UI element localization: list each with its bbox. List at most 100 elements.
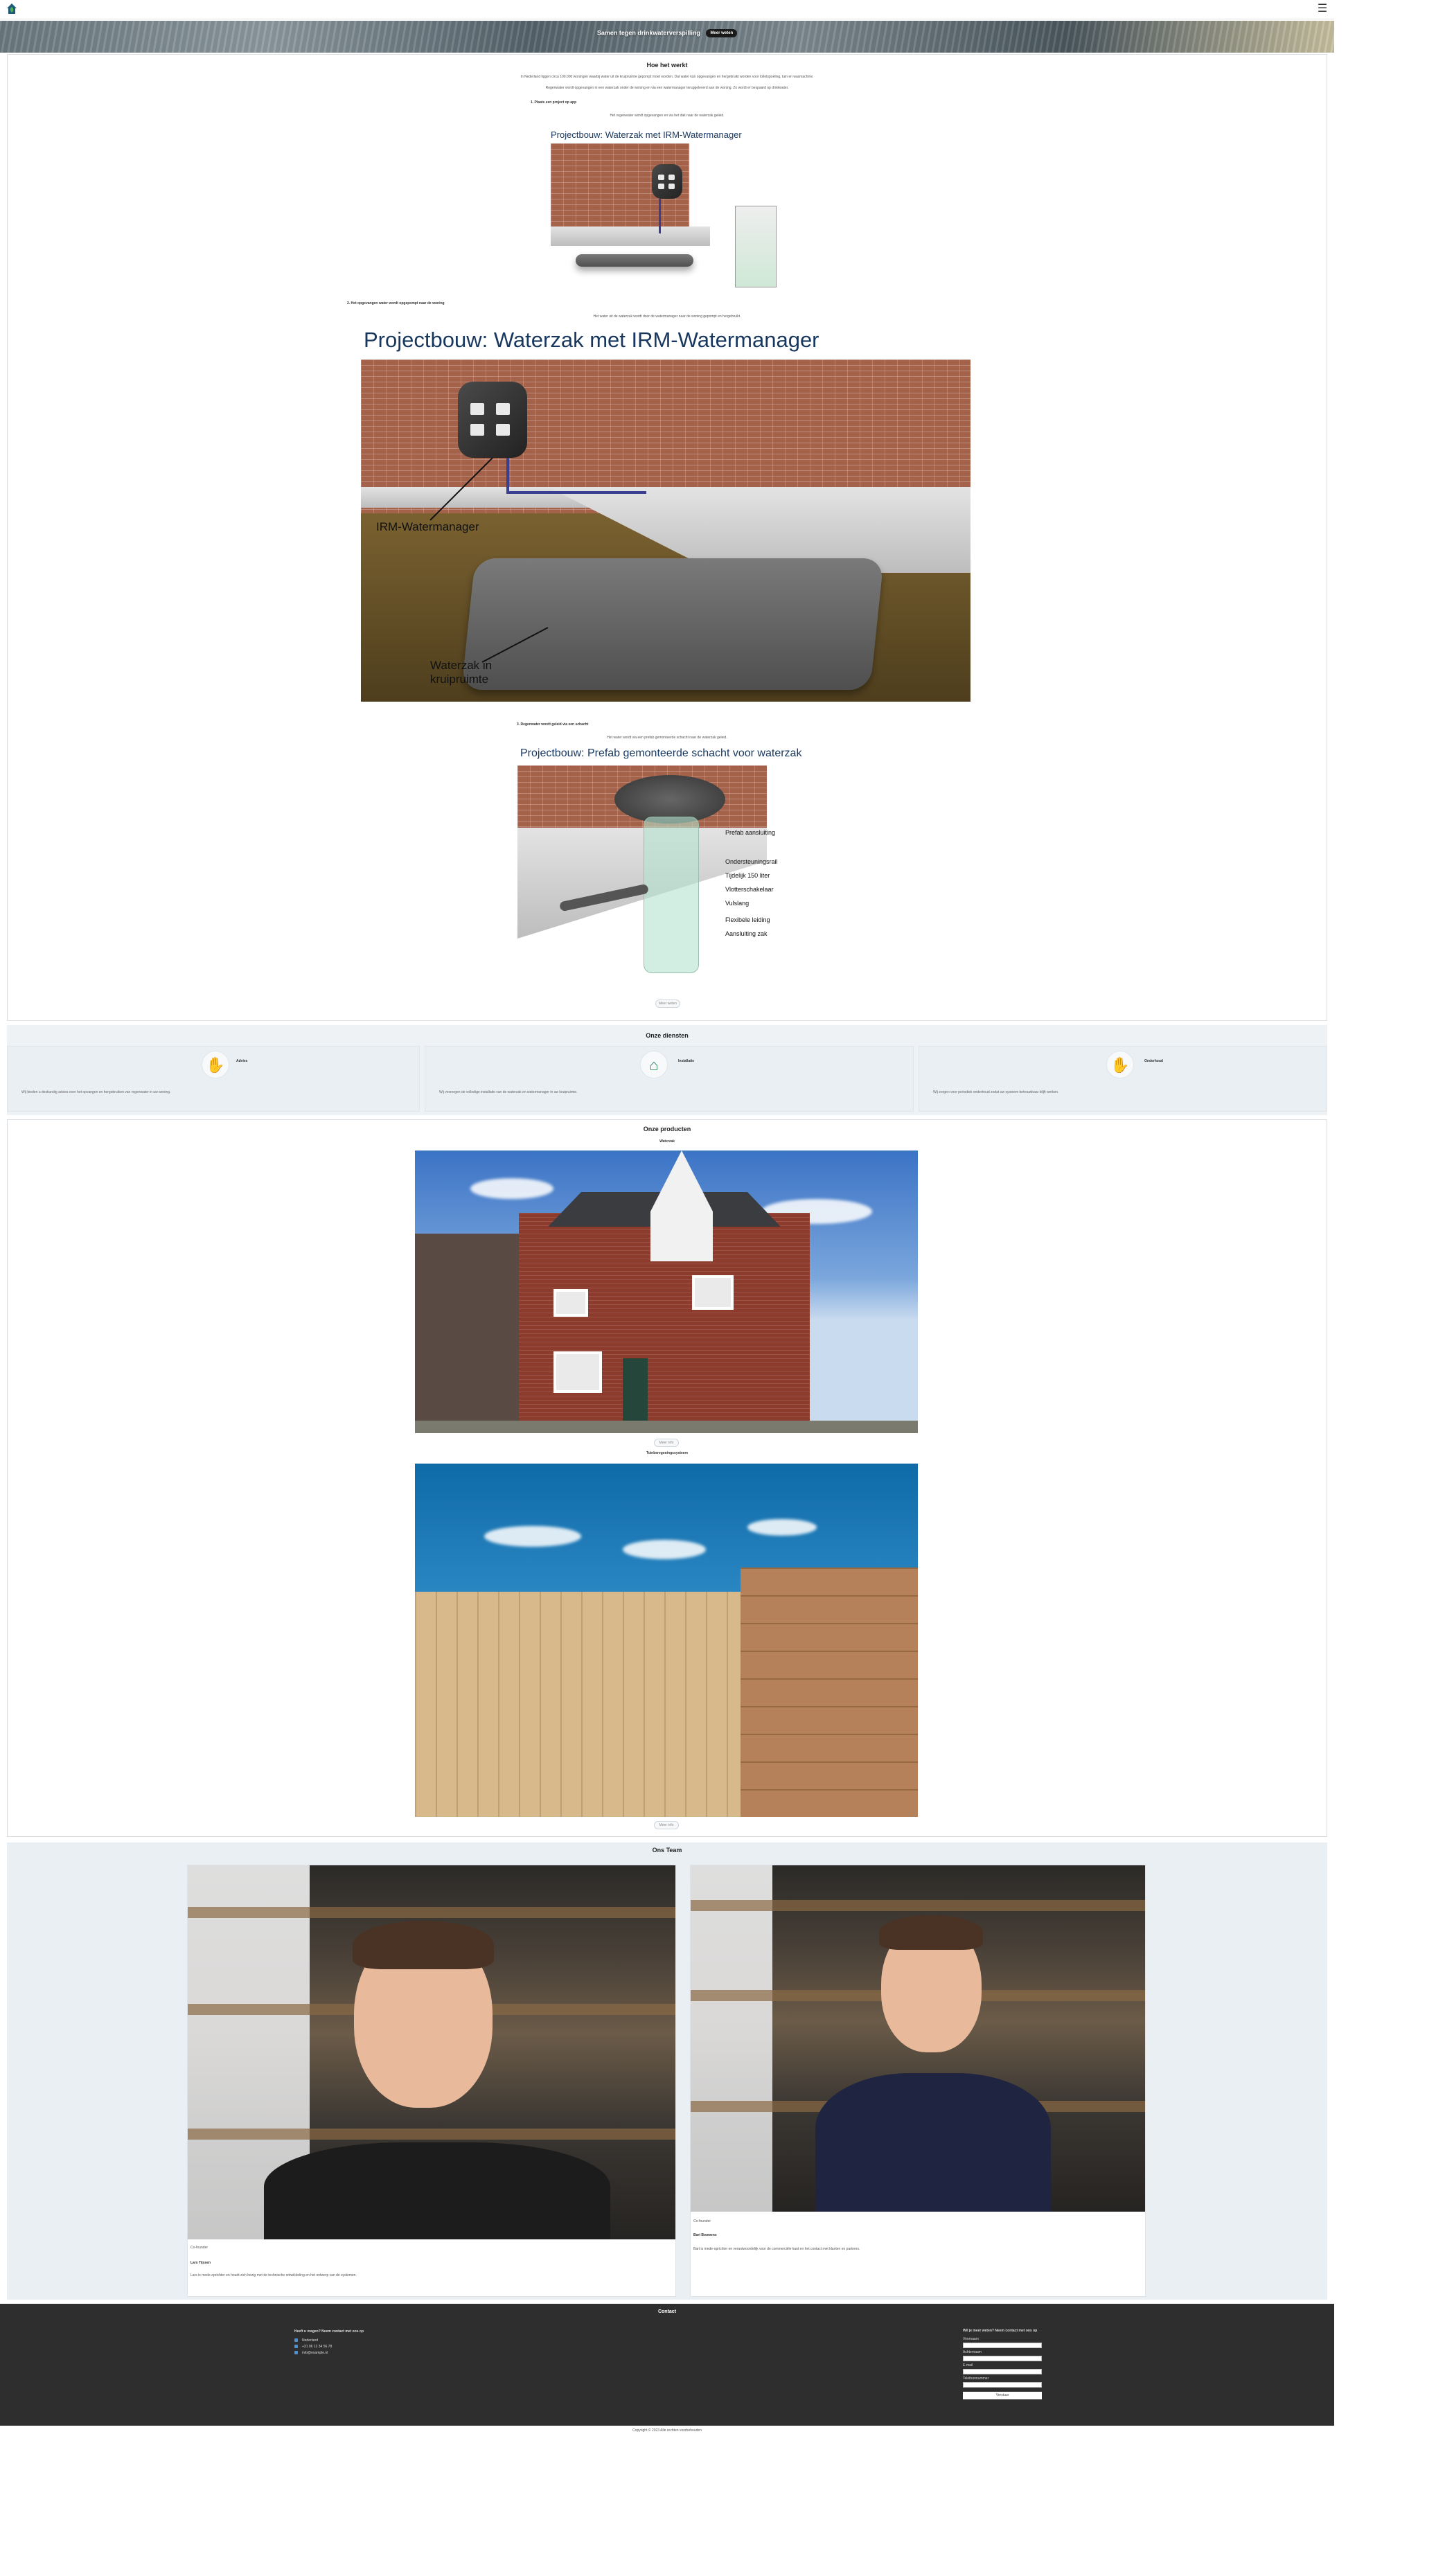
street [415, 1421, 918, 1433]
wooden-fence-panel [741, 1567, 918, 1817]
team-name: Bart Bouwens [693, 2233, 717, 2237]
dienst-card-onderhoud: ✋ Onderhoud Wij zorgen voor periodiek on… [919, 1046, 1327, 1112]
illustration-schacht: Projectbouw: Prefab gemonteerde schacht … [517, 747, 822, 980]
contact-email-text: info@example.nl [302, 2351, 328, 2355]
hero-title-text: Samen tegen drinkwaterverspilling [596, 29, 700, 37]
product-title: Tuinberegeningssysteem [646, 1451, 688, 1455]
person-shirt [264, 2142, 610, 2239]
schacht-label: Flexibele leiding [725, 916, 770, 923]
contact-location: Nederland [294, 2338, 364, 2344]
arrow-to-manager [429, 457, 493, 521]
arrow-to-waterzak [481, 627, 549, 663]
product-title: Waterzak [659, 1139, 675, 1144]
dienst-title: Installatie [678, 1059, 695, 1063]
how-intro-2: Regenwater wordt opgevangen in een water… [545, 86, 789, 90]
team-name: Lars Tijssen [190, 2261, 211, 2265]
person-hair [353, 1921, 494, 1969]
dienst-title: Onderhoud [1144, 1059, 1163, 1063]
submit-button[interactable]: Verstuur [963, 2392, 1042, 2399]
cloud [484, 1526, 581, 1547]
foundation [551, 226, 710, 246]
step-1-title: 1. Plaats een project op app [531, 100, 577, 105]
team-photo [188, 1865, 675, 2239]
hamburger-menu-icon[interactable]: ☰ [1316, 3, 1329, 15]
schacht-label: Ondersteuningsrail [725, 858, 778, 865]
watermanager-unit [458, 382, 527, 458]
field-label: Achternaam [963, 2350, 982, 2354]
team-role: Co-founder [693, 2219, 711, 2223]
hand-water-icon: ✋ [202, 1051, 229, 1078]
house-leaf-logo-icon[interactable] [6, 2, 18, 16]
cloud [470, 1178, 553, 1199]
contact-heading: Heeft u vragen? Neem contact met ons op [294, 2329, 364, 2334]
how-more-button[interactable]: Meer weten [655, 1000, 680, 1008]
producten-title: Onze producten [643, 1126, 691, 1132]
contact-email[interactable]: info@example.nl [294, 2350, 364, 2356]
field-label: E-mail [963, 2363, 973, 2368]
step-1-text: Het regenwater wordt opgevangen en via h… [610, 114, 725, 118]
person-hair [879, 1915, 983, 1950]
phone-icon [294, 2345, 298, 2349]
window [553, 1289, 588, 1317]
phone-input[interactable] [963, 2382, 1042, 2388]
diensten-section: Onze diensten ✋ Advies Wij bieden u desk… [7, 1025, 1327, 1115]
water-pipe-horizontal [508, 491, 646, 494]
hero-banner: Samen tegen drinkwaterverspilling Meer w… [0, 21, 1334, 53]
footer-title: Contact [657, 2309, 677, 2314]
waterzak [576, 254, 693, 267]
person-jacket [815, 2073, 1051, 2212]
team-role: Co-founder [190, 2246, 209, 2250]
background-window [691, 1865, 773, 2212]
hero-more-button[interactable]: Meer weten [706, 29, 738, 37]
how-it-works-section: Hoe het werkt In Nederland liggen circa … [7, 54, 1327, 1021]
label-waterzak-line-2: kruipruimte [430, 673, 489, 686]
team-section: Ons Team Co-founder Lars Tijssen Lars is… [7, 1842, 1327, 2300]
team-bio: Bart is mede-oprichter en verantwoordeli… [693, 2247, 860, 2251]
how-intro-1: In Nederland liggen circa 100.000 woning… [520, 75, 814, 79]
window [692, 1275, 734, 1310]
contact-form: Wil je meer weten? Neem contact met ons … [963, 2329, 1045, 2399]
dienst-text: Wij verzorgen de volledige installatie v… [439, 1090, 578, 1094]
hero-title: Samen tegen drinkwaterverspilling Meer w… [0, 29, 1334, 37]
last-name-input[interactable] [963, 2356, 1042, 2361]
product-image-house [415, 1151, 918, 1433]
background-band [691, 1900, 1145, 1911]
step-2-text: Het water uit de waterzak wordt door de … [593, 314, 741, 319]
diensten-title: Onze diensten [646, 1032, 689, 1039]
hand-care-icon: ✋ [1106, 1051, 1134, 1078]
house-icon: ⌂ [640, 1051, 668, 1078]
illustration-waterzak-large: Projectbouw: Waterzak met IRM-Watermanag… [361, 326, 970, 702]
contact-phone-text: +31 06 12 34 56 78 [302, 2345, 333, 2349]
background-band [188, 1907, 675, 1918]
team-title: Ons Team [652, 1847, 682, 1854]
watermanager-unit [652, 164, 682, 199]
cloud [747, 1519, 817, 1536]
contact-phone[interactable]: +31 06 12 34 56 78 [294, 2344, 364, 2350]
dienst-text: Wij zorgen voor periodiek onderhoud zoda… [933, 1090, 1059, 1094]
front-door [623, 1358, 648, 1421]
top-nav: ☰ [0, 0, 1334, 19]
product-more-button[interactable]: Meer info [654, 1821, 679, 1829]
page: { "header": { "logo_icon": "house-leaf-l… [0, 0, 1334, 2576]
team-bio: Lars is mede-oprichter en houdt zich bez… [190, 2273, 357, 2277]
form-heading: Wil je meer weten? Neem contact met ons … [963, 2329, 1038, 2333]
schacht-label: Vlotterschakelaar [725, 886, 774, 893]
step-3-title: 3. Regenwater wordt geleid via een schac… [517, 722, 589, 727]
team-card: Co-founder Lars Tijssen Lars is mede-opr… [187, 1865, 676, 2297]
first-name-input[interactable] [963, 2343, 1042, 2348]
dienst-text: Wij bieden u deskundig advies over het o… [21, 1090, 171, 1094]
schacht-label: Prefab aansluiting [725, 829, 776, 836]
producten-section: Onze producten Waterzak Meer info Tuinbe… [7, 1119, 1327, 1837]
schacht-tank [644, 817, 699, 973]
email-input[interactable] [963, 2369, 1042, 2374]
how-title: Hoe het werkt [646, 62, 688, 69]
schacht [735, 206, 777, 287]
footer: Contact Heeft u vragen? Neem contact met… [0, 2304, 1334, 2426]
step-3-text: Het water wordt via een prefab gemonteer… [607, 736, 727, 740]
location-icon [294, 2338, 298, 2343]
illustration-3-title: Projectbouw: Prefab gemonteerde schacht … [520, 747, 802, 759]
product-image-fence [415, 1464, 918, 1817]
product-more-button[interactable]: Meer info [654, 1439, 679, 1447]
schacht-label: Aansluiting zak [725, 930, 768, 937]
contact-location-text: Nederland [302, 2338, 319, 2343]
